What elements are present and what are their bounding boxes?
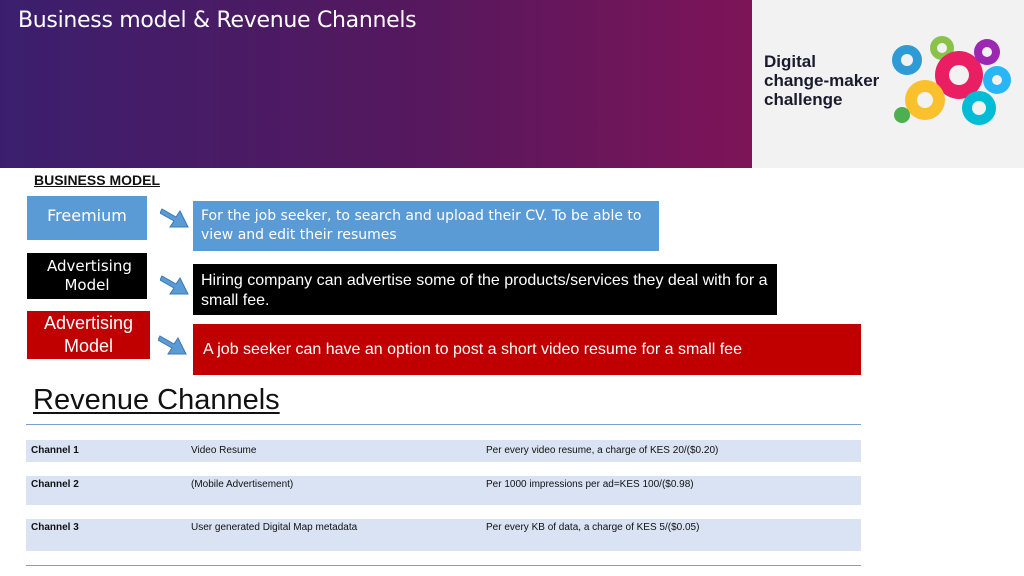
channel-cell: Channel 3 <box>31 522 79 533</box>
logo-line-2: change-maker <box>764 71 880 90</box>
table-row: Channel 3 User generated Digital Map met… <box>26 519 861 551</box>
item-cell: Video Resume <box>191 445 257 456</box>
channel-cell: Channel 2 <box>31 479 79 490</box>
advertising-model-label-1: Advertising Model <box>47 257 132 294</box>
advertising-model-description-1: Hiring company can advertise some of the… <box>193 264 777 315</box>
revenue-channels-heading: Revenue Channels <box>33 384 280 416</box>
logo-line-1: Digital <box>764 52 816 71</box>
channel-cell: Channel 1 <box>31 445 79 456</box>
arrow-right-icon <box>160 208 189 228</box>
slide-title: Business model & Revenue Channels <box>18 8 417 33</box>
logo-area: Digital change-maker challenge <box>752 0 1024 168</box>
advertising-model-description-2: A job seeker can have an option to post … <box>193 324 861 375</box>
charge-cell: Per 1000 impressions per ad=KES 100/($0.… <box>486 479 694 490</box>
charge-cell: Per every KB of data, a charge of KES 5/… <box>486 522 700 533</box>
advertising-model-label-box-2: Advertising Model <box>27 311 150 359</box>
arrow-right-icon <box>158 335 187 355</box>
divider <box>26 424 861 425</box>
freemium-description: For the job seeker, to search and upload… <box>193 201 659 251</box>
item-cell: (Mobile Advertisement) <box>191 479 294 490</box>
business-model-heading: BUSINESS MODEL <box>34 172 161 188</box>
divider <box>26 565 861 566</box>
table-row: Channel 2 (Mobile Advertisement) Per 100… <box>26 476 861 505</box>
charge-cell: Per every video resume, a charge of KES … <box>486 445 719 456</box>
freemium-label-box: Freemium <box>27 196 147 240</box>
freemium-label: Freemium <box>47 206 127 225</box>
advertising-model-label-box-1: Advertising Model <box>27 253 147 299</box>
logo-line-3: challenge <box>764 90 843 109</box>
advertising-model-label-2: Advertising Model <box>43 313 134 356</box>
table-row: Channel 1 Video Resume Per every video r… <box>26 440 861 462</box>
item-cell: User generated Digital Map metadata <box>191 522 358 533</box>
gears-icon <box>892 36 1011 125</box>
arrow-right-icon <box>160 275 189 295</box>
title-banner: Business model & Revenue Channels <box>0 0 752 168</box>
challenge-logo-text: Digital change-maker challenge <box>764 52 904 109</box>
